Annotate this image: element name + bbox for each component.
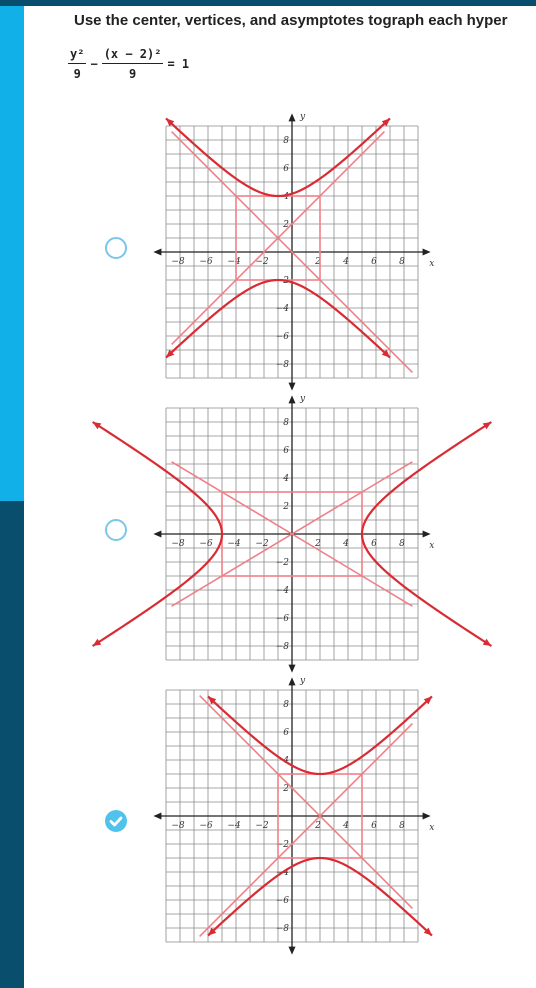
y-tick-label: −6	[276, 332, 290, 342]
x-tick-label: 8	[399, 539, 405, 549]
y-tick-label: 8	[283, 700, 289, 710]
x-tick-label: −6	[199, 257, 213, 267]
x-axis-arrow-right	[422, 530, 431, 538]
x-tick-label: −4	[227, 821, 241, 831]
hyperbola-equation: y² 9 − (x − 2)² 9 = 1	[68, 38, 193, 90]
y-tick-label: 8	[283, 418, 289, 428]
y-axis-label: y	[299, 112, 306, 122]
y-tick-label: −2	[276, 558, 290, 568]
y-tick-label: −8	[276, 360, 290, 370]
y-tick-label: −8	[276, 924, 290, 934]
fraction-x-denominator: 9	[128, 67, 137, 81]
y-tick-label: 4	[282, 474, 289, 484]
y-tick-label: −6	[276, 896, 290, 906]
y-axis-arrow-up	[288, 677, 296, 686]
y-tick-label: 8	[283, 136, 289, 146]
y-tick-label: 6	[283, 728, 289, 738]
option-1-graph[interactable]: −8 −6 −4 −2 2 4 6 88642−2−4−6−8xy	[153, 112, 434, 391]
y-tick-label: 2	[282, 784, 289, 794]
y-axis-label: y	[299, 394, 306, 404]
y-axis-arrow-up	[288, 113, 296, 122]
side-rail-highlight	[0, 6, 24, 501]
equals-one: = 1	[167, 57, 190, 71]
fraction-y-numerator: y²	[68, 47, 87, 64]
y-axis-label: y	[299, 676, 306, 686]
y-axis-arrow-down	[288, 382, 296, 391]
x-tick-label: 6	[371, 257, 377, 267]
option-2-graph[interactable]: −8 −6 −4 −2 2 4 6 88642−2−4−6−8xy	[92, 394, 492, 673]
x-tick-label: −6	[199, 821, 213, 831]
x-tick-label: 4	[342, 539, 349, 549]
x-tick-label: −2	[255, 821, 269, 831]
question-panel: Use the center, vertices, and asymptotes…	[24, 6, 536, 988]
fraction-x: (x − 2)² 9	[101, 47, 164, 81]
minus-sign: −	[90, 57, 98, 71]
x-tick-label: −4	[227, 257, 241, 267]
side-rail	[0, 6, 24, 988]
x-axis-label: x	[429, 259, 434, 269]
x-axis-arrow-left	[153, 530, 162, 538]
option-1-radio[interactable]	[105, 237, 127, 259]
x-tick-label: 4	[342, 257, 349, 267]
y-tick-label: 6	[283, 164, 289, 174]
option-3-graph[interactable]: −8 −6 −4 −2 2 4 6 88642−2−4−6−8xy	[153, 676, 434, 955]
checkmark-icon	[109, 816, 123, 827]
x-axis-label: x	[429, 823, 434, 833]
y-tick-label: 2	[282, 502, 289, 512]
question-prompt: Use the center, vertices, and asymptotes…	[74, 12, 508, 29]
x-axis-arrow-right	[422, 812, 431, 820]
fraction-x-numerator: (x − 2)²	[101, 47, 164, 64]
x-tick-label: 8	[399, 257, 405, 267]
x-axis-arrow-left	[153, 812, 162, 820]
y-axis-arrow-down	[288, 946, 296, 955]
x-axis-arrow-right	[422, 248, 431, 256]
y-tick-label: 6	[283, 446, 289, 456]
y-tick-label: −8	[276, 642, 290, 652]
x-tick-label: −8	[171, 821, 185, 831]
y-axis-arrow-up	[288, 395, 296, 404]
x-tick-label: 4	[342, 821, 349, 831]
x-tick-label: 8	[399, 821, 405, 831]
x-tick-label: −4	[227, 539, 241, 549]
y-tick-label: 4	[282, 192, 289, 202]
x-tick-label: 2	[314, 821, 321, 831]
x-tick-label: 6	[371, 539, 377, 549]
x-tick-label: −8	[171, 257, 185, 267]
y-tick-label: −6	[276, 614, 290, 624]
option-3-radio[interactable]	[105, 810, 127, 832]
x-axis-label: x	[429, 541, 434, 551]
y-axis-arrow-down	[288, 664, 296, 673]
x-tick-label: −2	[255, 539, 269, 549]
y-tick-label: −4	[276, 586, 290, 596]
fraction-y: y² 9	[68, 47, 87, 81]
y-tick-label: −4	[276, 304, 290, 314]
fraction-y-denominator: 9	[73, 67, 81, 81]
x-tick-label: −6	[199, 539, 213, 549]
x-tick-label: −8	[171, 539, 185, 549]
x-axis-arrow-left	[153, 248, 162, 256]
option-2-radio[interactable]	[105, 519, 127, 541]
x-tick-label: 6	[371, 821, 377, 831]
